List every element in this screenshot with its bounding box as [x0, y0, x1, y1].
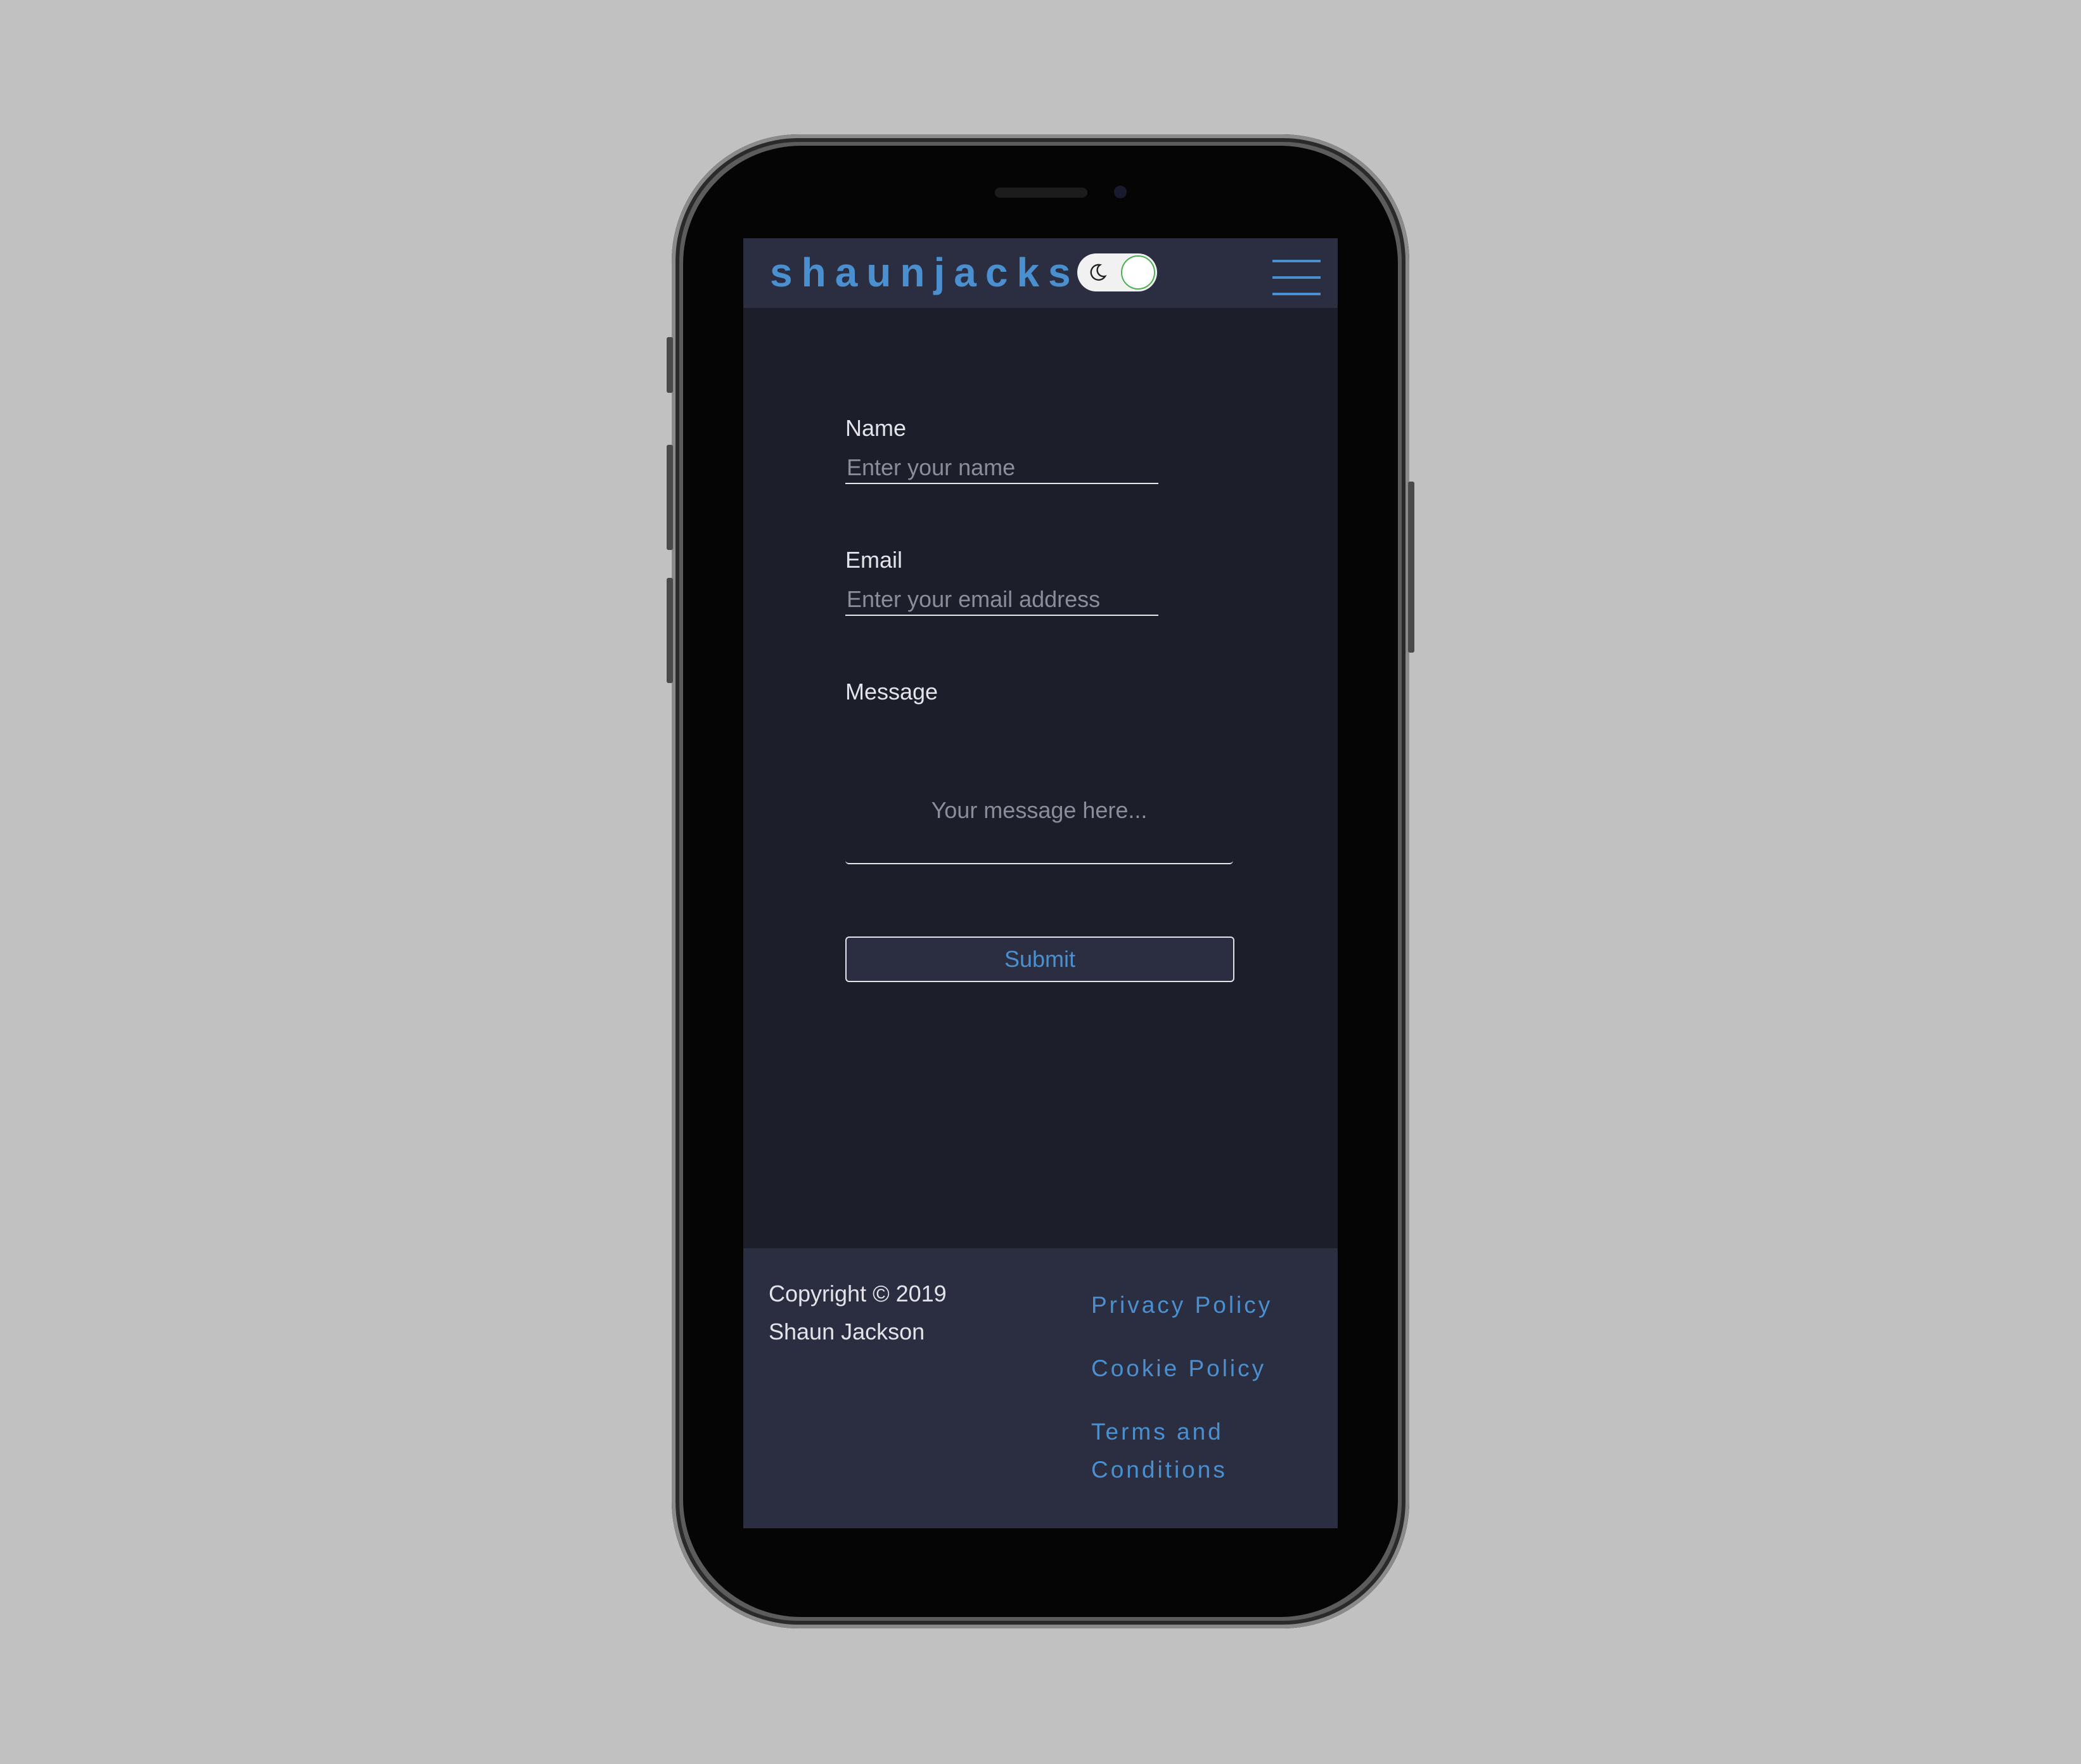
- cookie-policy-link[interactable]: Cookie Policy: [1091, 1350, 1294, 1388]
- email-label: Email: [845, 547, 903, 573]
- message-textarea[interactable]: [845, 722, 1233, 864]
- message-label: Message: [845, 679, 938, 705]
- copyright-line: Copyright © 2019: [769, 1281, 947, 1307]
- email-input[interactable]: [845, 584, 1158, 616]
- terms-and-conditions-link[interactable]: Terms and Conditions: [1091, 1413, 1294, 1489]
- phone-speaker: [995, 188, 1087, 198]
- hamburger-menu-icon[interactable]: [1272, 260, 1321, 297]
- phone-silent-switch: [667, 337, 673, 393]
- site-header: shaunjacks: [743, 238, 1338, 308]
- phone-camera: [1114, 186, 1127, 198]
- copyright-owner: Shaun Jackson: [769, 1319, 925, 1345]
- phone-power-button: [1408, 482, 1414, 653]
- mockup-stage: shaunjacks Name Email Message Submit Cop…: [0, 0, 2081, 1764]
- copyright-text: Copyright © 2019 Shaun Jackson: [769, 1275, 997, 1351]
- site-footer: Copyright © 2019 Shaun Jackson Privacy P…: [743, 1248, 1338, 1528]
- moon-icon: [1090, 264, 1107, 281]
- phone-volume-up-button: [667, 445, 673, 550]
- phone-volume-down-button: [667, 578, 673, 683]
- phone-screen: shaunjacks Name Email Message Submit Cop…: [743, 238, 1338, 1528]
- privacy-policy-link[interactable]: Privacy Policy: [1091, 1286, 1294, 1324]
- brand-logo[interactable]: shaunjacks: [770, 247, 1080, 298]
- name-input[interactable]: [845, 452, 1158, 484]
- toggle-knob[interactable]: [1121, 255, 1155, 290]
- theme-toggle[interactable]: [1077, 253, 1157, 291]
- name-label: Name: [845, 415, 907, 441]
- submit-button[interactable]: Submit: [845, 936, 1234, 982]
